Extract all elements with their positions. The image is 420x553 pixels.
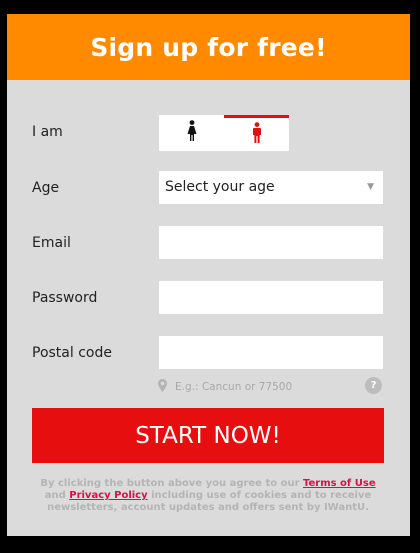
- help-glyph: ?: [370, 380, 377, 391]
- male-icon: [252, 121, 262, 148]
- gender-row: I am: [32, 115, 384, 151]
- postal-hint: E.g.: Cancun or 77500: [158, 379, 292, 395]
- legal-notice: By clicking the button above you agree t…: [39, 478, 377, 514]
- gender-option-male[interactable]: [224, 115, 289, 151]
- email-label: Email: [32, 235, 71, 251]
- age-label: Age: [32, 180, 60, 196]
- password-label: Password: [32, 290, 98, 306]
- email-row: Email: [32, 226, 384, 260]
- gender-label: I am: [32, 124, 63, 140]
- gender-selector: [159, 115, 289, 151]
- legal-prefix: By clicking the button above you agree t…: [40, 478, 300, 489]
- chevron-down-icon: ▼: [367, 182, 374, 192]
- gender-option-female[interactable]: [159, 115, 224, 151]
- legal-and: and: [44, 490, 66, 501]
- postal-hint-text: E.g.: Cancun or 77500: [175, 381, 293, 393]
- start-now-button[interactable]: START NOW!: [32, 408, 384, 463]
- signup-title: Sign up for free!: [90, 32, 327, 62]
- email-field[interactable]: [159, 226, 383, 259]
- age-select[interactable]: Select your age ▼: [159, 171, 383, 204]
- terms-of-use-link[interactable]: Terms of Use: [303, 478, 376, 489]
- female-icon: [187, 120, 197, 146]
- location-pin-icon: [158, 379, 167, 395]
- age-select-value: Select your age: [165, 179, 275, 195]
- privacy-policy-link[interactable]: Privacy Policy: [69, 490, 147, 501]
- password-row: Password: [32, 281, 384, 315]
- help-icon[interactable]: ?: [365, 377, 382, 394]
- signup-header: Sign up for free!: [7, 14, 410, 80]
- postal-label: Postal code: [32, 345, 112, 361]
- password-field[interactable]: [159, 281, 383, 314]
- age-row: Age Select your age ▼: [32, 171, 384, 205]
- postal-row: Postal code: [32, 336, 384, 370]
- signup-card: Sign up for free! I am Age Select your a…: [7, 14, 410, 536]
- postal-code-field[interactable]: [159, 336, 383, 369]
